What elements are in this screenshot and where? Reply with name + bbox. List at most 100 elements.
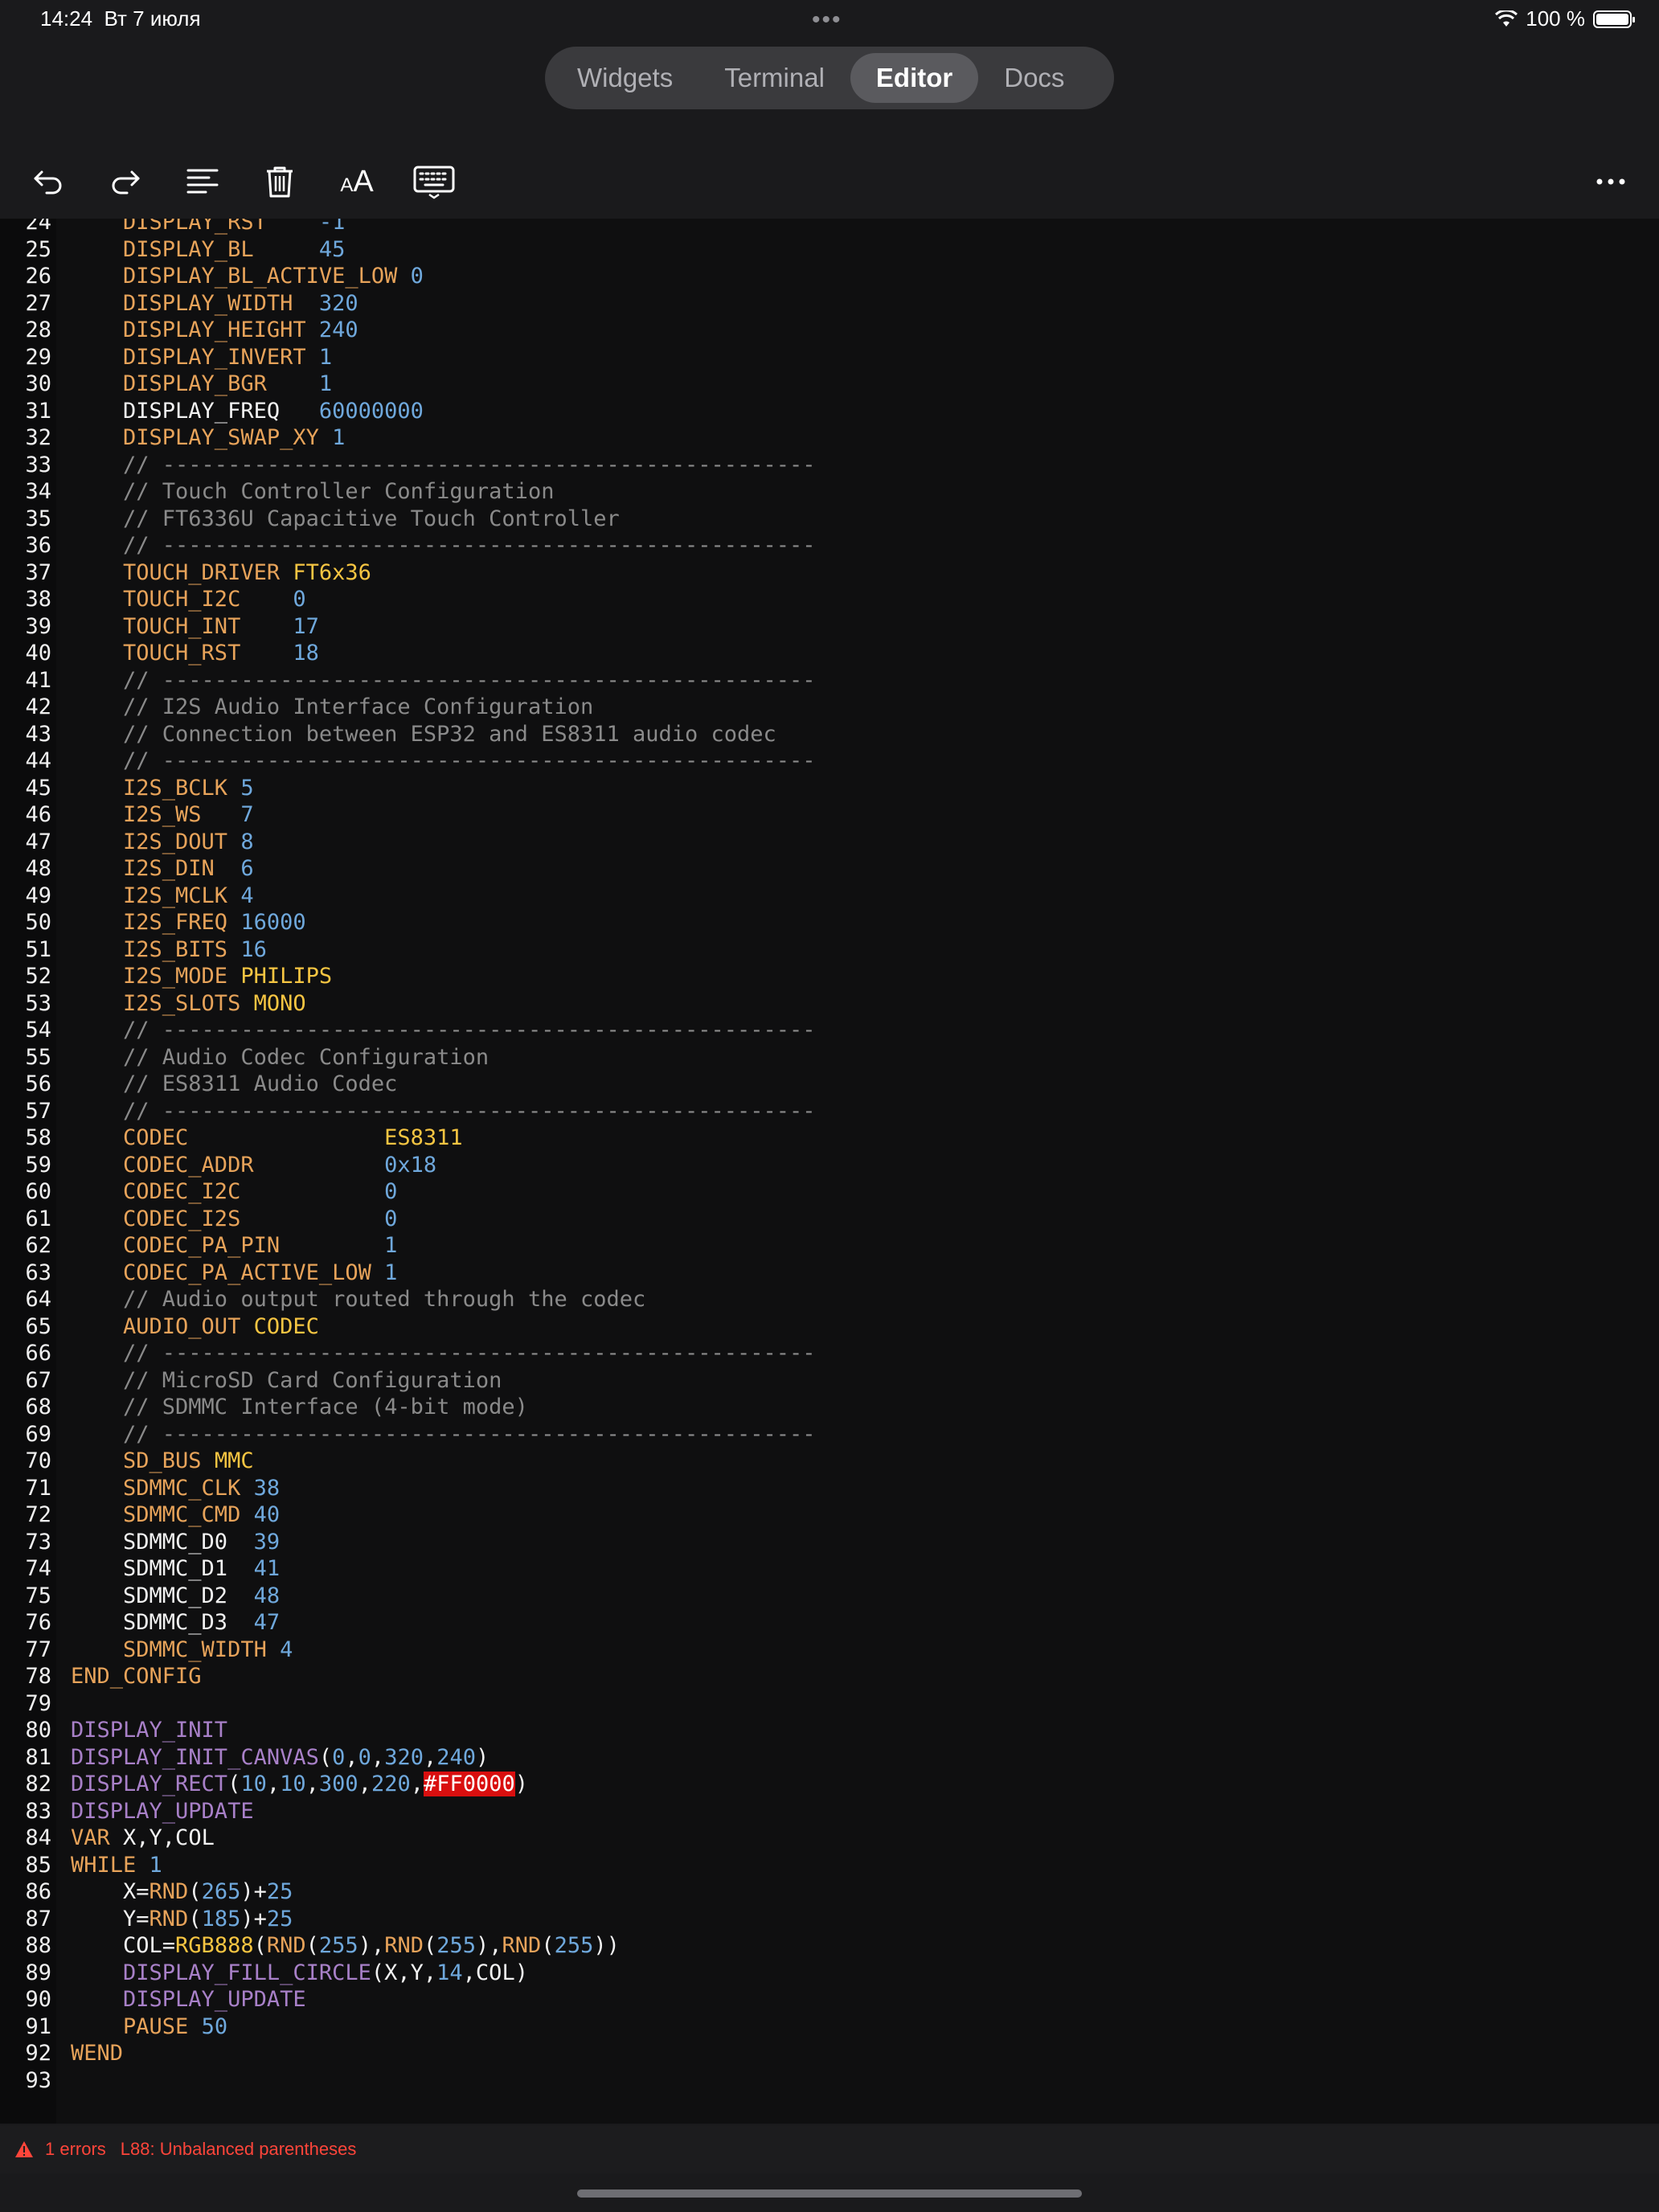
code-line[interactable]: 34 // Touch Controller Configuration <box>0 478 816 506</box>
code-line[interactable]: 86 X=RND(265)+25 <box>0 1878 816 1906</box>
code-token: I2S_FREQ <box>71 910 241 935</box>
code-editor[interactable]: 24 DISPLAY_RST -1 25 DISPLAY_BL 45 26 DISP… <box>0 219 1659 2124</box>
code-line[interactable]: 55 // Audio Codec Configuration <box>0 1044 816 1071</box>
code-line[interactable]: 70 SD_BUS MMC <box>0 1448 816 1475</box>
code-token: SDMMC_D3 <box>71 1610 254 1635</box>
code-line[interactable]: 54 // ----------------------------------… <box>0 1017 816 1044</box>
code-line[interactable]: 43 // Connection between ESP32 and ES831… <box>0 721 816 748</box>
code-line[interactable]: 24 DISPLAY_RST -1 <box>0 219 816 236</box>
code-line[interactable]: 48 I2S_DIN 6 <box>0 855 816 883</box>
code-line[interactable]: 51 I2S_BITS 16 <box>0 936 816 964</box>
code-line[interactable]: 39 TOUCH_INT 17 <box>0 613 816 641</box>
code-line[interactable]: 81 DISPLAY_INIT_CANVAS(0,0,320,240) <box>0 1744 816 1772</box>
code-line[interactable]: 78 END_CONFIG <box>0 1663 816 1690</box>
line-number: 35 <box>25 506 51 531</box>
code-line[interactable]: 69 // ----------------------------------… <box>0 1421 815 1448</box>
redo-icon[interactable] <box>101 158 150 206</box>
code-token: // Touch Controller Configuration <box>71 479 555 504</box>
code-line[interactable]: 56 // ES8311 Audio Codec <box>0 1071 816 1098</box>
tab-widgets[interactable]: Widgets <box>551 53 698 103</box>
code-line[interactable]: 73 SDMMC_D0 39 <box>0 1529 816 1556</box>
code-line[interactable]: 52 I2S_MODE PHILIPS <box>0 963 816 990</box>
code-line[interactable]: 38 TOUCH_I2C 0 <box>0 586 816 613</box>
keyboard-icon[interactable] <box>408 158 460 206</box>
font-size-icon[interactable]: AA <box>333 158 381 206</box>
code-token: ,COL) <box>462 1960 528 1985</box>
code-line[interactable]: 83 DISPLAY_UPDATE <box>0 1798 816 1825</box>
line-number: 86 <box>25 1879 51 1904</box>
code-line[interactable]: 61 CODEC_I2S 0 <box>0 1206 816 1233</box>
code-line[interactable]: 47 I2S_DOUT 8 <box>0 829 816 856</box>
code-line[interactable]: 33 // ----------------------------------… <box>0 452 815 479</box>
code-line[interactable]: 85 WHILE 1 <box>0 1852 816 1879</box>
code-line[interactable]: 77 SDMMC_WIDTH 4 <box>0 1636 816 1664</box>
tab-docs[interactable]: Docs <box>978 53 1090 103</box>
line-code: SDMMC_D3 47 <box>51 1609 280 1636</box>
code-token: // -------------------------------------… <box>71 1018 816 1043</box>
code-line[interactable]: 75 SDMMC_D2 48 <box>0 1583 816 1610</box>
code-token: RND <box>149 1906 189 1931</box>
code-line[interactable]: 53 I2S_SLOTS MONO <box>0 990 816 1018</box>
code-line[interactable]: 68 // SDMMC Interface (4-bit mode) <box>0 1394 816 1421</box>
code-line[interactable]: 62 CODEC_PA_PIN 1 <box>0 1232 816 1260</box>
format-icon[interactable] <box>178 158 227 206</box>
code-line[interactable]: 28 DISPLAY_HEIGHT 240 <box>0 317 816 344</box>
error-bar[interactable]: 1 errors L88: Unbalanced parentheses <box>0 2125 1659 2173</box>
code-line[interactable]: 41 // ----------------------------------… <box>0 667 815 694</box>
code-line[interactable]: 58 CODEC ES8311 <box>0 1124 816 1152</box>
code-line[interactable]: 89 DISPLAY_FILL_CIRCLE(X,Y,14,COL) <box>0 1960 816 1987</box>
code-line[interactable]: 35 // FT6336U Capacitive Touch Controlle… <box>0 506 816 533</box>
code-line[interactable]: 29 DISPLAY_INVERT 1 <box>0 344 816 371</box>
home-indicator[interactable] <box>577 2189 1082 2198</box>
tab-terminal[interactable]: Terminal <box>698 53 850 103</box>
code-line[interactable]: 31 DISPLAY_FREQ 60000000 <box>0 398 816 425</box>
code-line[interactable]: 66 // ----------------------------------… <box>0 1340 815 1367</box>
code-line[interactable]: 64 // Audio output routed through the co… <box>0 1286 816 1313</box>
code-line[interactable]: 87 Y=RND(185)+25 <box>0 1906 816 1933</box>
code-line[interactable]: 57 // ----------------------------------… <box>0 1098 815 1125</box>
code-line[interactable]: 32 DISPLAY_SWAP_XY 1 <box>0 424 816 452</box>
code-line[interactable]: 49 I2S_MCLK 4 <box>0 883 816 910</box>
code-line[interactable]: 45 I2S_BCLK 5 <box>0 775 816 802</box>
code-line[interactable]: 36 // ----------------------------------… <box>0 532 815 559</box>
code-line[interactable]: 46 I2S_WS 7 <box>0 801 816 829</box>
code-line[interactable]: 71 SDMMC_CLK 38 <box>0 1475 816 1502</box>
code-token: 255 <box>318 1933 358 1958</box>
code-line[interactable]: 30 DISPLAY_BGR 1 <box>0 371 816 398</box>
code-line[interactable]: 25 DISPLAY_BL 45 <box>0 236 816 264</box>
code-line[interactable]: 74 SDMMC_D1 41 <box>0 1555 816 1583</box>
code-line[interactable]: 91 PAUSE 50 <box>0 2013 816 2041</box>
code-line[interactable]: 60 CODEC_I2C 0 <box>0 1178 816 1206</box>
line-code: DISPLAY_WIDTH 320 <box>51 290 358 317</box>
code-line[interactable]: 37 TOUCH_DRIVER FT6x36 <box>0 559 816 587</box>
code-line[interactable]: 40 TOUCH_RST 18 <box>0 640 816 667</box>
line-number: 36 <box>25 533 51 558</box>
code-line[interactable]: 67 // MicroSD Card Configuration <box>0 1367 816 1395</box>
code-line[interactable]: 79 <box>0 1690 816 1718</box>
trash-icon[interactable] <box>256 158 304 206</box>
code-line[interactable]: 93 <box>0 2067 816 2095</box>
code-line[interactable]: 88 COL=RGB888(RND(255),RND(255),RND(255)… <box>0 1932 816 1960</box>
undo-icon[interactable] <box>24 158 72 206</box>
code-line[interactable]: 76 SDMMC_D3 47 <box>0 1609 816 1636</box>
code-line[interactable]: 90 DISPLAY_UPDATE <box>0 1986 816 2013</box>
line-number: 69 <box>25 1421 51 1447</box>
code-line[interactable]: 65 AUDIO_OUT CODEC <box>0 1313 816 1341</box>
tab-editor[interactable]: Editor <box>850 53 979 103</box>
code-line[interactable]: 42 // I2S Audio Interface Configuration <box>0 694 816 721</box>
code-line[interactable]: 80 DISPLAY_INIT <box>0 1717 816 1744</box>
code-line[interactable]: 82 DISPLAY_RECT(10,10,300,220,#FF0000) <box>0 1771 816 1798</box>
line-number: 90 <box>25 1987 51 2012</box>
code-line[interactable]: 59 CODEC_ADDR 0x18 <box>0 1152 816 1179</box>
code-line[interactable]: 63 CODEC_PA_ACTIVE_LOW 1 <box>0 1260 816 1287</box>
more-icon[interactable] <box>1587 158 1635 206</box>
code-line[interactable]: 72 SDMMC_CMD 40 <box>0 1501 816 1529</box>
code-line[interactable]: 26 DISPLAY_BL_ACTIVE_LOW 0 <box>0 263 816 290</box>
code-line[interactable]: 27 DISPLAY_WIDTH 320 <box>0 290 816 317</box>
code-line[interactable]: 50 I2S_FREQ 16000 <box>0 909 816 936</box>
line-code: // Audio Codec Configuration <box>51 1044 489 1071</box>
code-line[interactable]: 84 VAR X,Y,COL <box>0 1825 816 1852</box>
multitasking-dots-icon[interactable]: ••• <box>812 6 842 34</box>
code-line[interactable]: 92 WEND <box>0 2040 816 2067</box>
code-line[interactable]: 44 // ----------------------------------… <box>0 748 815 775</box>
